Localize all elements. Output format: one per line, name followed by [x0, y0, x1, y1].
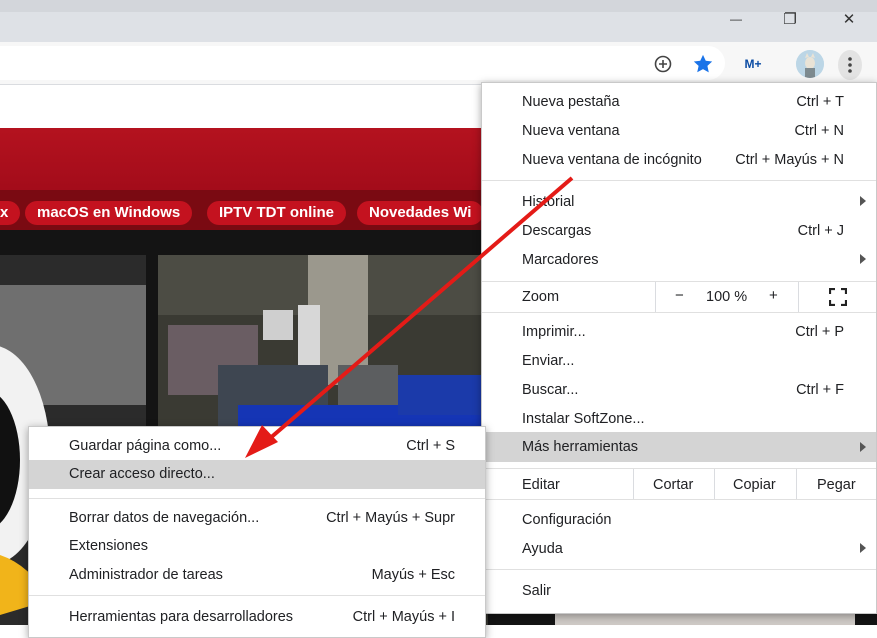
- menu-item-label: Enviar...: [522, 353, 575, 369]
- tag-link[interactable]: x: [0, 201, 21, 225]
- menu-item-label: Más herramientas: [522, 439, 639, 455]
- menu-item-label: Crear acceso directo...: [69, 466, 215, 482]
- menu-item-task-manager[interactable]: Administrador de tareas Mayús + Esc: [29, 561, 485, 590]
- zoom-out-button[interactable]: −: [675, 287, 684, 304]
- menu-divider: [482, 569, 876, 570]
- copy-button[interactable]: Copiar: [733, 477, 776, 493]
- menu-item-print[interactable]: Imprimir... Ctrl + P: [482, 318, 876, 347]
- menu-item-label: Buscar...: [522, 382, 579, 398]
- menu-item-label: Descargas: [522, 223, 592, 239]
- fullscreen-icon[interactable]: [828, 287, 848, 307]
- menu-item-shortcut: Ctrl + Mayús + I: [352, 609, 455, 625]
- zoom-divider: [798, 282, 799, 312]
- edit-divider: [633, 469, 634, 499]
- menu-item-downloads[interactable]: Descargas Ctrl + J: [482, 217, 876, 246]
- menu-item-clear-browsing-data[interactable]: Borrar datos de navegación... Ctrl + May…: [29, 504, 485, 533]
- menu-item-shortcut: Ctrl + N: [794, 123, 844, 139]
- menu-item-label: Instalar SoftZone...: [522, 411, 645, 427]
- minimize-button[interactable]: —: [713, 4, 759, 34]
- submenu-arrow-icon: [860, 543, 866, 553]
- zoom-row: Zoom − 100 % +: [482, 282, 876, 312]
- submenu-arrow-icon: [860, 254, 866, 264]
- menu-item-label: Guardar página como...: [69, 438, 222, 454]
- menu-item-label: Extensiones: [69, 538, 148, 554]
- menu-item-create-shortcut[interactable]: Crear acceso directo...: [29, 460, 485, 489]
- submenu-arrow-icon: [860, 442, 866, 452]
- menu-divider: [482, 499, 876, 500]
- zoom-divider: [655, 282, 656, 312]
- menu-item-label: Nueva ventana de incógnito: [522, 152, 702, 168]
- menu-item-cast[interactable]: Enviar...: [482, 347, 876, 376]
- menu-item-shortcut: Ctrl + J: [797, 223, 844, 239]
- menu-item-label: Administrador de tareas: [69, 567, 223, 583]
- menu-item-shortcut: Mayús + Esc: [371, 567, 455, 583]
- menu-divider: [29, 498, 485, 499]
- more-tools-submenu: Guardar página como... Ctrl + S Crear ac…: [28, 426, 486, 638]
- menu-divider: [482, 180, 876, 181]
- menu-item-label: Nueva pestaña: [522, 94, 620, 110]
- menu-item-find[interactable]: Buscar... Ctrl + F: [482, 376, 876, 405]
- close-window-button[interactable]: ✕: [826, 4, 872, 34]
- menu-item-save-page[interactable]: Guardar página como... Ctrl + S: [29, 432, 485, 461]
- movistar-extension-icon[interactable]: M+: [741, 52, 765, 76]
- tag-link[interactable]: Novedades Wi: [357, 201, 484, 225]
- menu-item-new-incognito-window[interactable]: Nueva ventana de incógnito Ctrl + Mayús …: [482, 146, 876, 175]
- extension-label: M+: [744, 57, 762, 71]
- title-bar: — ❐ ✕: [0, 0, 877, 42]
- menu-item-label: Marcadores: [522, 252, 599, 268]
- menu-item-label: Historial: [522, 194, 575, 210]
- menu-item-label: Salir: [522, 583, 552, 599]
- menu-item-label: Imprimir...: [522, 324, 586, 340]
- edit-divider: [714, 469, 715, 499]
- menu-item-help[interactable]: Ayuda: [482, 535, 876, 564]
- menu-item-shortcut: Ctrl + F: [796, 382, 844, 398]
- bookmark-star-icon[interactable]: [691, 52, 715, 76]
- menu-divider: [29, 595, 485, 596]
- submenu-arrow-icon: [860, 196, 866, 206]
- menu-item-shortcut: Ctrl + P: [795, 324, 844, 340]
- menu-item-shortcut: Ctrl + Mayús + N: [735, 152, 844, 168]
- menu-item-new-window[interactable]: Nueva ventana Ctrl + N: [482, 117, 876, 146]
- tag-link[interactable]: macOS en Windows: [25, 201, 193, 225]
- paste-button[interactable]: Pegar: [817, 477, 856, 493]
- close-icon: ✕: [842, 11, 856, 28]
- menu-item-new-tab[interactable]: Nueva pestaña Ctrl + T: [482, 88, 876, 117]
- menu-item-label: Ayuda: [522, 541, 563, 557]
- address-bar[interactable]: [0, 46, 725, 80]
- menu-item-install-app[interactable]: Instalar SoftZone...: [482, 405, 876, 434]
- menu-item-history[interactable]: Historial: [482, 188, 876, 217]
- menu-item-label: Borrar datos de navegación...: [69, 510, 260, 526]
- cut-button[interactable]: Cortar: [653, 477, 693, 493]
- zoom-label: Zoom: [522, 289, 560, 305]
- menu-item-exit[interactable]: Salir: [482, 577, 876, 606]
- minimize-icon: —: [730, 12, 742, 26]
- zoom-level-value: 100 %: [706, 289, 748, 305]
- restore-icon: ❐: [783, 11, 797, 28]
- tag-link[interactable]: IPTV TDT online: [207, 201, 346, 225]
- menu-item-developer-tools[interactable]: Herramientas para desarrolladores Ctrl +…: [29, 603, 485, 632]
- avatar[interactable]: [796, 50, 824, 78]
- menu-item-bookmarks[interactable]: Marcadores: [482, 246, 876, 275]
- menu-item-shortcut: Ctrl + Mayús + Supr: [326, 510, 455, 526]
- menu-item-shortcut: Ctrl + T: [796, 94, 844, 110]
- kebab-menu-icon[interactable]: [838, 50, 862, 80]
- menu-item-label: Configuración: [522, 512, 612, 528]
- menu-item-label: Herramientas para desarrolladores: [69, 609, 294, 625]
- menu-item-more-tools[interactable]: Más herramientas: [482, 432, 876, 462]
- edit-row: Editar Cortar Copiar Pegar: [482, 469, 876, 499]
- zoom-in-button[interactable]: +: [769, 287, 778, 304]
- menu-item-settings[interactable]: Configuración: [482, 506, 876, 535]
- add-circle-icon[interactable]: [651, 52, 675, 76]
- menu-item-extensions[interactable]: Extensiones: [29, 532, 485, 561]
- chrome-main-menu: Nueva pestaña Ctrl + T Nueva ventana Ctr…: [481, 82, 877, 614]
- restore-button[interactable]: ❐: [767, 4, 813, 34]
- edit-divider: [796, 469, 797, 499]
- menu-item-shortcut: Ctrl + S: [406, 438, 455, 454]
- menu-item-label: Nueva ventana: [522, 123, 620, 139]
- menu-divider: [482, 312, 876, 313]
- edit-label: Editar: [522, 477, 560, 493]
